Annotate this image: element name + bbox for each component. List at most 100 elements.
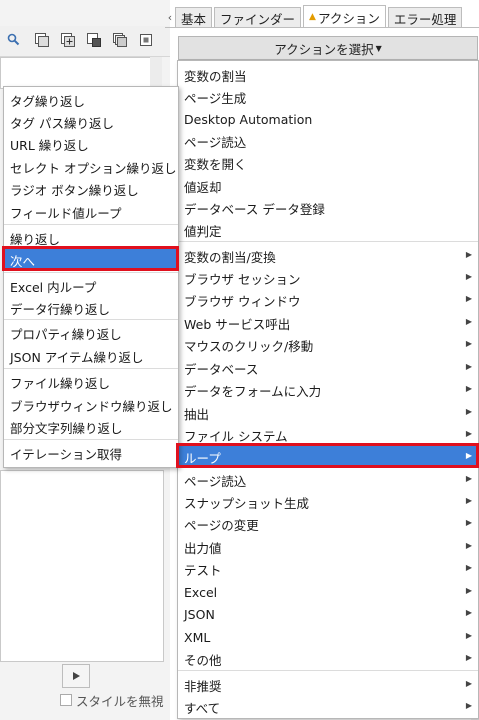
action-menu-item[interactable]: 非推奨 ▶	[178, 674, 478, 696]
loop-menu-item[interactable]: ファイル繰り返し	[4, 371, 178, 393]
submenu-arrow-icon: ▶	[465, 272, 472, 281]
loop-menu-item[interactable]: フィールド値ループ	[4, 201, 178, 223]
submenu-arrow-icon: ▶	[465, 384, 472, 393]
select-action-label: アクションを選択	[274, 41, 374, 57]
menu-item-label: ページ生成	[184, 90, 247, 106]
action-menu-item[interactable]: ループ ▶	[178, 446, 478, 468]
menu-item-label: ファイル繰り返し	[10, 375, 111, 391]
action-menu-item[interactable]: データをフォームに入力 ▶	[178, 379, 478, 401]
stack-frames-icon[interactable]	[112, 32, 128, 48]
action-menu-item[interactable]: ブラウザ ウィンドウ ▶	[178, 289, 478, 311]
play-button[interactable]	[62, 664, 90, 688]
action-menu-item[interactable]: すべて ▶	[178, 696, 478, 718]
submenu-arrow-icon: ▶	[465, 496, 472, 505]
submenu-arrow-icon: ▶	[465, 339, 472, 348]
menu-separator	[4, 224, 178, 225]
menu-separator	[4, 439, 178, 440]
menu-separator	[4, 368, 178, 369]
action-menu-item[interactable]: ページ生成	[178, 86, 478, 108]
action-menu-item[interactable]: その他 ▶	[178, 648, 478, 670]
loop-menu-item[interactable]: セレクト オプション繰り返し	[4, 156, 178, 178]
menu-item-label: 繰り返し	[10, 231, 61, 247]
submenu-arrow-icon: ▶	[465, 679, 472, 688]
loop-menu-item[interactable]: プロパティ繰り返し	[4, 322, 178, 344]
menu-item-label: Excel	[184, 584, 218, 600]
action-menu-item[interactable]: 値判定	[178, 219, 478, 241]
menu-item-label: Excel 内ループ	[10, 279, 97, 295]
menu-item-label: XML	[184, 629, 211, 645]
loop-menu-item[interactable]: データ行繰り返し	[4, 297, 178, 319]
loop-menu-item[interactable]: タグ パス繰り返し	[4, 111, 178, 133]
action-menu-item[interactable]: データベース データ登録	[178, 197, 478, 219]
menu-item-label: データベース データ登録	[184, 201, 325, 217]
submenu-arrow-icon: ▶	[465, 474, 472, 483]
action-menu-item[interactable]: 変数の割当/変換 ▶	[178, 245, 478, 267]
action-menu-item[interactable]: テスト ▶	[178, 558, 478, 580]
submenu-arrow-icon: ▶	[465, 362, 472, 371]
tab-divider	[165, 27, 479, 28]
menu-item-label: 非推奨	[184, 678, 222, 694]
loop-menu-item[interactable]: 繰り返し	[4, 227, 178, 249]
action-menu-item[interactable]: JSON ▶	[178, 603, 478, 625]
select-action-button[interactable]: アクションを選択 ▼	[178, 36, 478, 60]
frame-dark-icon[interactable]	[86, 32, 102, 48]
chevron-down-icon: ▼	[375, 43, 382, 53]
menu-item-label: セレクト オプション繰り返し	[10, 160, 177, 176]
action-menu-item[interactable]: XML ▶	[178, 626, 478, 648]
loop-menu-item[interactable]: イテレーション取得	[4, 442, 178, 464]
loop-menu-item[interactable]: ラジオ ボタン繰り返し	[4, 178, 178, 200]
tab-action[interactable]: ▲ アクション	[303, 5, 386, 28]
action-menu-item[interactable]: データベース ▶	[178, 357, 478, 379]
action-menu-item[interactable]: 変数を開く	[178, 152, 478, 174]
action-menu-item[interactable]: 変数の割当	[178, 64, 478, 86]
action-menu-item[interactable]: ブラウザ セッション ▶	[178, 267, 478, 289]
ignore-style-checkbox[interactable]: スタイルを無視	[60, 692, 164, 709]
loop-menu-item[interactable]: JSON アイテム繰り返し	[4, 345, 178, 367]
small-frame-icon[interactable]	[138, 32, 154, 48]
checkbox-box[interactable]	[60, 694, 72, 706]
copy-frame-icon[interactable]	[34, 32, 50, 48]
tab-error-handling[interactable]: エラー処理	[387, 7, 463, 28]
loop-menu-item[interactable]: URL 繰り返し	[4, 133, 178, 155]
submenu-arrow-icon: ▶	[465, 701, 472, 710]
add-frame-icon[interactable]	[60, 32, 76, 48]
action-menu-item[interactable]: 出力値 ▶	[178, 536, 478, 558]
action-menu-item[interactable]: スナップショット生成 ▶	[178, 491, 478, 513]
menu-item-label: ブラウザ ウィンドウ	[184, 293, 301, 309]
tab-basic[interactable]: 基本	[175, 7, 213, 28]
warning-icon: ▲	[309, 12, 316, 22]
menu-item-label: 値判定	[184, 223, 222, 239]
submenu-arrow-icon: ▶	[465, 429, 472, 438]
loop-menu-item[interactable]: 部分文字列繰り返し	[4, 416, 178, 438]
action-menu-item[interactable]: ページの変更 ▶	[178, 513, 478, 535]
menu-item-label: ラジオ ボタン繰り返し	[10, 182, 139, 198]
menu-item-label: 値返却	[184, 179, 222, 195]
loop-menu-item[interactable]: Excel 内ループ	[4, 275, 178, 297]
search-icon[interactable]	[6, 32, 22, 48]
action-menu-item[interactable]: ファイル システム ▶	[178, 424, 478, 446]
loop-menu-item[interactable]: タグ繰り返し	[4, 89, 178, 111]
action-menu-item[interactable]: 抽出 ▶	[178, 402, 478, 424]
action-menu-item[interactable]: Desktop Automation	[178, 108, 478, 130]
menu-item-label: Desktop Automation	[184, 111, 313, 127]
menu-item-label: マウスのクリック/移動	[184, 338, 314, 354]
submenu-arrow-icon: ▶	[465, 631, 472, 640]
action-menu-item[interactable]: 値返却	[178, 175, 478, 197]
tab-scroll-left-icon[interactable]: ‹	[165, 6, 175, 28]
submenu-arrow-icon: ▶	[465, 653, 472, 662]
menu-separator	[4, 319, 178, 320]
submenu-arrow-icon: ▶	[465, 608, 472, 617]
menu-item-label: 変数を開く	[184, 156, 247, 172]
action-menu: 変数の割当ページ生成 Desktop Automation ページ読込変数を開く値返…	[177, 60, 479, 719]
submenu-arrow-icon: ▶	[465, 250, 472, 259]
action-menu-item[interactable]: Excel ▶	[178, 581, 478, 603]
loop-menu-item[interactable]: 次へ	[4, 249, 178, 271]
loop-menu-item[interactable]: ブラウザウィンドウ繰り返し	[4, 394, 178, 416]
action-menu-item[interactable]: マウスのクリック/移動 ▶	[178, 334, 478, 356]
action-menu-item[interactable]: ページ読込	[178, 130, 478, 152]
menu-item-label: 変数の割当/変換	[184, 249, 276, 265]
tab-finder[interactable]: ファインダー	[214, 7, 302, 28]
action-menu-item[interactable]: Web サービス呼出 ▶	[178, 312, 478, 334]
menu-item-label: その他	[184, 652, 222, 668]
action-menu-item[interactable]: ページ読込 ▶	[178, 469, 478, 491]
